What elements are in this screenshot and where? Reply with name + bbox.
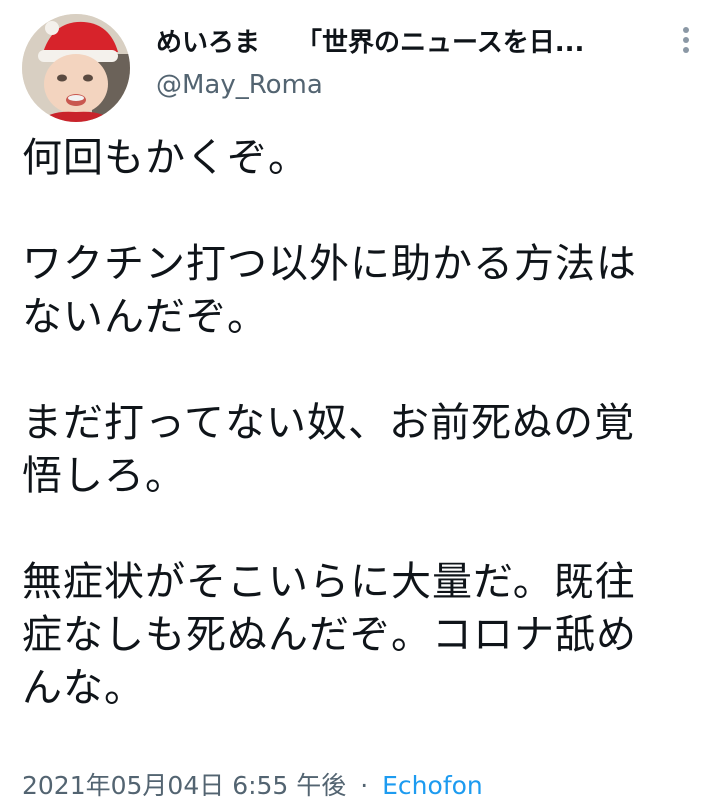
- tweet-header: めいろま 「世界のニュースを日... @May_Roma: [22, 14, 702, 122]
- tweet-meta: 2021年05月04日 6:55 午後 · Echofon: [22, 766, 483, 802]
- more-dot: [683, 27, 689, 33]
- display-name[interactable]: めいろま: [156, 22, 260, 59]
- tweet-paragraph: 無症状がそこいらに大量だ。既往 症なしも死ぬんだぞ。コロナ舐め んな。: [22, 559, 637, 711]
- more-dot: [683, 37, 689, 43]
- tweet-paragraph: まだ打ってない奴、お前死ぬの覚 悟しろ。: [22, 400, 635, 499]
- author-info: めいろま 「世界のニュースを日... @May_Roma: [156, 20, 656, 104]
- tweet-paragraph: 何回もかくぞ。: [22, 135, 309, 181]
- vertical-ellipsis-icon[interactable]: [676, 24, 696, 64]
- source-link[interactable]: Echofon: [382, 771, 483, 800]
- more-dot: [683, 47, 689, 53]
- user-handle[interactable]: @May_Roma: [156, 70, 656, 104]
- meta-separator: ·: [360, 771, 369, 800]
- tweet-paragraph: ワクチン打つ以外に助かる方法は ないんだぞ。: [22, 241, 637, 340]
- tweet: めいろま 「世界のニュースを日... @May_Roma 何回もかくぞ。 ワクチ…: [0, 0, 720, 802]
- tweet-body: 何回もかくぞ。 ワクチン打つ以外に助かる方法は ないんだぞ。 まだ打ってない奴、…: [22, 132, 698, 715]
- baby-in-santa-hat-avatar-icon: [22, 14, 130, 122]
- timestamp[interactable]: 2021年05月04日 6:55 午後: [22, 771, 346, 800]
- display-name-row[interactable]: めいろま 「世界のニュースを日...: [156, 20, 656, 60]
- display-name-suffix[interactable]: 「世界のニュースを日...: [296, 22, 584, 59]
- avatar[interactable]: [22, 14, 130, 122]
